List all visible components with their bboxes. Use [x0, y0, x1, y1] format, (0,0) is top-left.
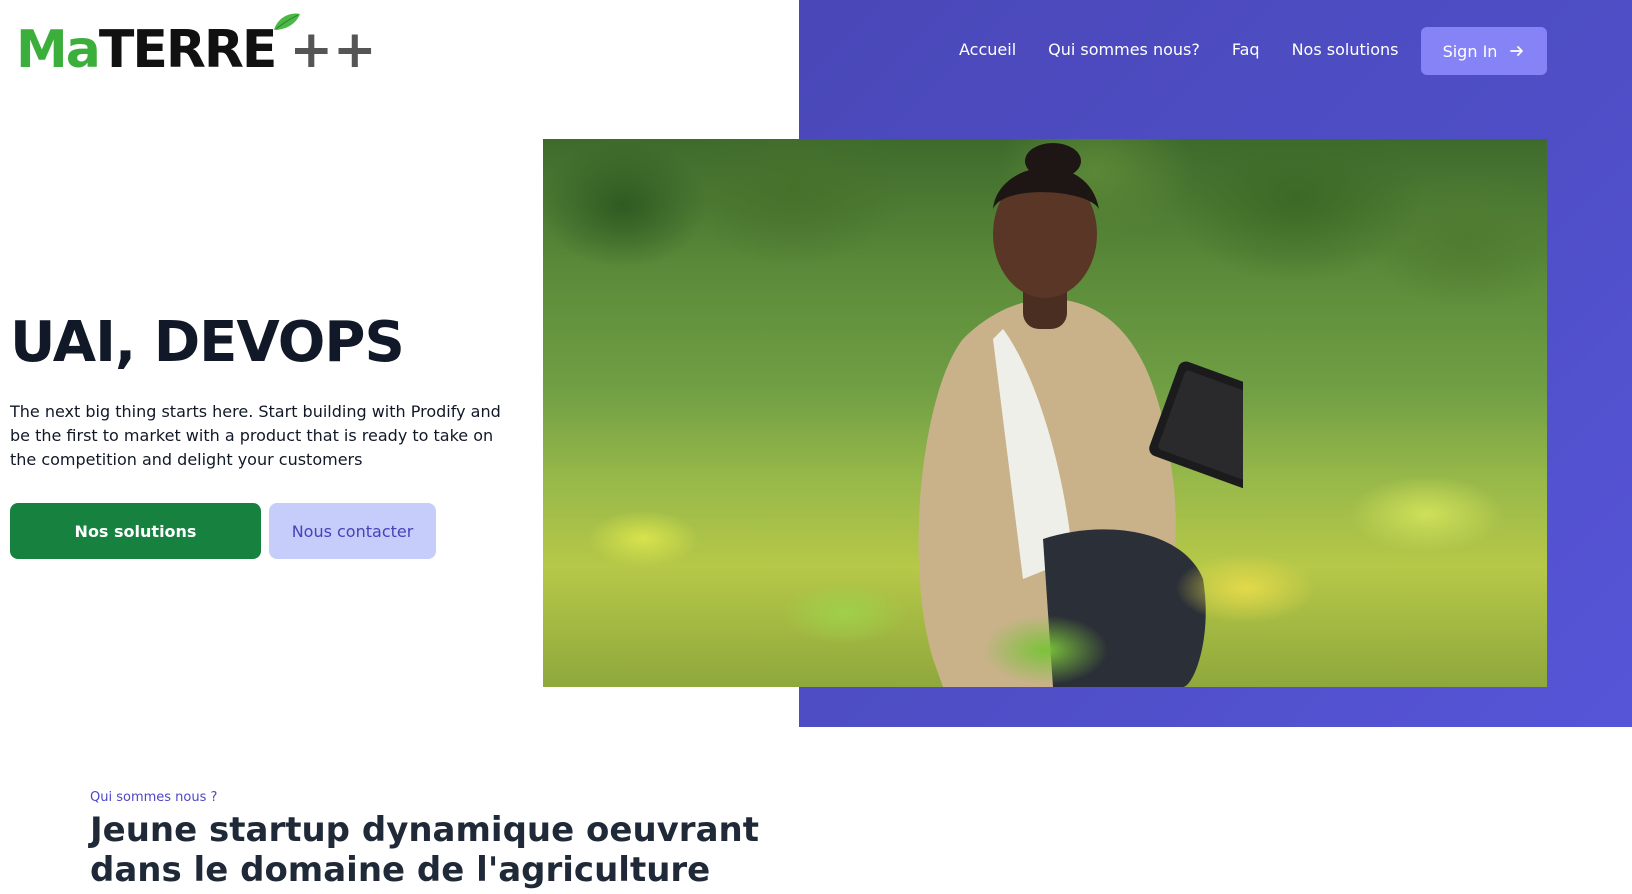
hero-description: The next big thing starts here. Start bu…	[10, 402, 501, 469]
logo-wordmark: MaTERRE ++	[16, 24, 377, 76]
nav-item-accueil[interactable]: Accueil	[959, 40, 1016, 59]
logo-plus: ++	[289, 20, 377, 80]
arrow-right-icon	[1510, 46, 1524, 56]
hero-image-foliage	[543, 440, 1547, 687]
nous-contacter-button[interactable]: Nous contacter	[269, 503, 436, 559]
nos-solutions-button[interactable]: Nos solutions	[10, 503, 261, 559]
logo[interactable]: MaTERRE ++	[16, 12, 377, 78]
nav-item-qui-sommes-nous[interactable]: Qui sommes nous?	[1048, 40, 1200, 59]
sign-in-button[interactable]: Sign In	[1421, 27, 1547, 75]
hero-image	[543, 139, 1547, 687]
logo-ma: Ma	[16, 20, 101, 80]
nav-item-faq[interactable]: Faq	[1232, 40, 1260, 59]
sign-in-label: Sign In	[1442, 41, 1498, 61]
main-nav: Accueil Qui sommes nous? Faq Nos solutio…	[959, 40, 1398, 59]
hero-title: UAI, DEVOPS	[10, 310, 405, 375]
nav-item-nos-solutions[interactable]: Nos solutions	[1292, 40, 1399, 59]
leaf-icon	[274, 13, 300, 30]
logo-terre: TERRE	[98, 20, 278, 80]
about-title: Jeune startup dynamique oeuvrant dans le…	[90, 810, 759, 890]
about-eyebrow: Qui sommes nous ?	[90, 790, 218, 805]
